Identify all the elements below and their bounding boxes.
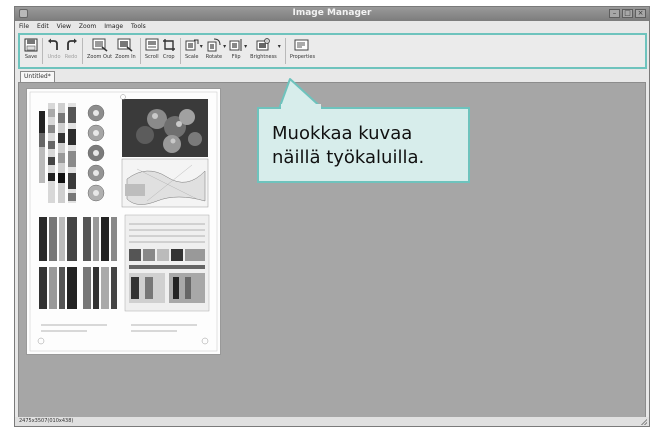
zoom-in-label: Zoom In xyxy=(115,54,136,60)
close-icon[interactable]: × xyxy=(635,9,646,18)
save-button[interactable]: Save xyxy=(24,36,38,60)
brightness-dropdown-icon[interactable]: ▾ xyxy=(278,43,281,50)
maximize-icon[interactable]: □ xyxy=(622,9,633,18)
flip-label: Flip xyxy=(231,54,241,60)
rotate-icon xyxy=(207,38,221,52)
save-icon xyxy=(24,38,38,52)
menu-view[interactable]: View xyxy=(57,23,71,30)
scroll-button[interactable]: Scroll xyxy=(145,36,159,60)
crop-button[interactable]: Crop xyxy=(162,36,176,60)
undo-icon xyxy=(48,38,58,50)
zoom-in-button[interactable]: Zoom In xyxy=(115,36,136,60)
scroll-icon xyxy=(145,38,159,51)
crop-label: Crop xyxy=(162,54,175,60)
zoom-out-label: Zoom Out xyxy=(87,54,113,60)
properties-icon xyxy=(294,39,309,51)
redo-button[interactable]: Redo xyxy=(64,36,78,60)
brightness-button[interactable]: Brightness xyxy=(250,36,277,60)
callout-line2: näillä työkaluilla. xyxy=(272,147,425,168)
flip-button[interactable]: Flip xyxy=(229,36,243,60)
resize-grip-icon[interactable] xyxy=(641,419,647,425)
toolbar-highlight: Save Undo Redo Zoom Out Zoom In Scroll C… xyxy=(18,33,647,69)
menu-zoom[interactable]: Zoom xyxy=(79,23,96,30)
menu-file[interactable]: File xyxy=(19,23,29,30)
toolbar-separator xyxy=(139,38,141,64)
toolbar-separator xyxy=(42,38,43,64)
zoom-out-icon xyxy=(92,38,107,52)
scroll-label: Scroll xyxy=(144,54,159,60)
menu-edit[interactable]: Edit xyxy=(37,23,49,30)
window-title: Image Manager xyxy=(292,8,372,18)
rotate-label: Rotate xyxy=(205,54,223,60)
redo-label: Redo xyxy=(64,54,78,60)
properties-button[interactable]: Properties xyxy=(290,36,315,60)
toolbar: Save Undo Redo Zoom Out Zoom In Scroll C… xyxy=(24,36,645,67)
menu-image[interactable]: Image xyxy=(104,23,123,30)
toolbar-separator xyxy=(82,38,83,64)
menu-tools[interactable]: Tools xyxy=(131,23,146,30)
redo-icon xyxy=(67,38,77,50)
undo-button[interactable]: Undo xyxy=(47,36,61,60)
scale-icon xyxy=(185,39,199,51)
save-label: Save xyxy=(24,54,38,60)
status-text: 2475x3507(010x438) xyxy=(19,418,74,424)
toolbar-separator xyxy=(179,38,181,64)
rotate-button[interactable]: Rotate xyxy=(206,36,222,60)
window-controls: – □ × xyxy=(609,9,646,18)
properties-label: Properties xyxy=(289,54,316,60)
callout-box: Muokkaa kuvaa näillä työkaluilla. xyxy=(257,107,470,183)
title-bar[interactable]: Image Manager – □ × xyxy=(15,7,649,21)
menu-bar: File Edit View Zoom Image Tools xyxy=(15,21,649,32)
brightness-icon xyxy=(256,38,271,51)
minimize-icon[interactable]: – xyxy=(609,9,620,18)
crop-icon xyxy=(162,39,175,51)
status-bar: 2475x3507(010x438) xyxy=(15,417,649,426)
test-chart-image xyxy=(27,89,220,354)
undo-label: Undo xyxy=(47,54,61,60)
callout-line1: Muokkaa kuvaa xyxy=(272,123,413,144)
flip-icon xyxy=(229,39,242,51)
document-preview xyxy=(26,88,221,355)
rotate-dropdown-icon[interactable]: ▾ xyxy=(223,43,226,50)
image-manager-window: Image Manager – □ × File Edit View Zoom … xyxy=(14,6,650,427)
zoom-in-icon xyxy=(117,38,133,52)
scale-label: Scale xyxy=(185,54,199,60)
toolbar-separator xyxy=(284,38,286,64)
brightness-label: Brightness xyxy=(250,54,277,60)
scale-button[interactable]: Scale xyxy=(185,36,199,60)
zoom-out-button[interactable]: Zoom Out xyxy=(87,36,112,60)
flip-dropdown-icon[interactable]: ▾ xyxy=(244,43,247,50)
scale-dropdown-icon[interactable]: ▾ xyxy=(200,43,203,50)
